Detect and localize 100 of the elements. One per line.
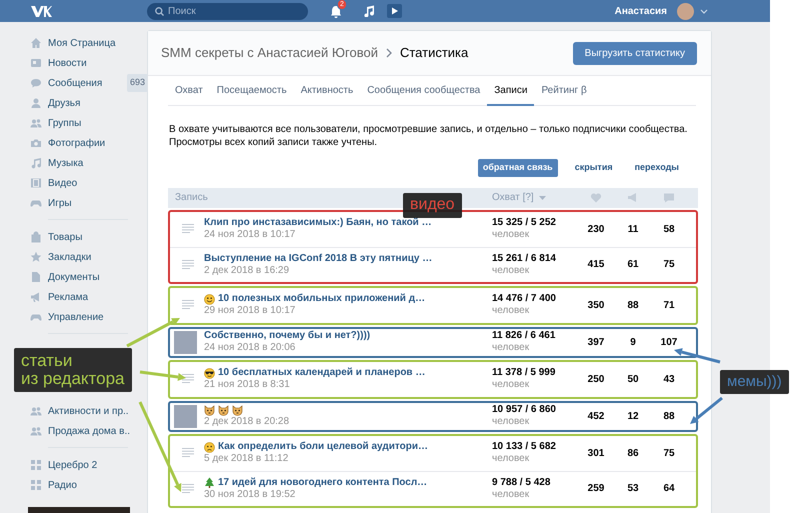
sidebar-item[interactable]: Моя Страница [48,36,140,50]
post-title-link[interactable]: 17 идей для новогоднего контента Посл… [218,476,428,488]
sidebar-item[interactable]: Сообщения [48,76,121,90]
export-button[interactable]: Выгрузить статистику [572,42,697,64]
annotation-label: видео [403,193,462,218]
reach-value: 10 957 / 6 860 [492,404,557,416]
post-date: 21 ноя 2018 в 8:31 [204,379,291,391]
reposts-count: 88 [626,298,640,312]
camera-icon [30,137,42,149]
cat-face-icon [218,404,229,416]
smiley-icon [204,294,215,304]
reposts-count: 11 [626,222,640,236]
reach-value: 11 826 / 6 461 [492,330,556,342]
sidebar-item[interactable]: Друзья [48,96,140,110]
description-text: Просмотры всех копий записи также учтены. [169,136,378,149]
tab[interactable]: Посещаемость [210,76,294,106]
megaphone-icon[interactable] [627,192,639,203]
text-post-icon [182,484,194,493]
reposts-count: 61 [626,258,640,272]
reposts-count: 50 [626,372,640,386]
post-title-link[interactable]: Как определить боли целевой аудитори… [218,441,428,453]
reach-unit: человек [492,453,530,465]
sidebar-item[interactable]: Группы [48,116,140,130]
speech-bubble-icon [30,77,42,89]
heart-icon[interactable] [590,192,602,203]
reach-value: 10 133 / 5 682 [492,441,557,453]
page-title: Статистика [400,44,468,62]
tab[interactable]: Сообщения сообщества [360,76,488,106]
annotation-label: мемы))) [720,370,789,394]
reach-unit: человек [492,305,530,317]
tab[interactable]: Охват [168,76,210,106]
reach-value: 15 261 / 6 814 [492,252,557,264]
photo-placeholder[interactable] [174,330,197,354]
sidebar-item[interactable]: Документы [48,270,140,284]
comments-count: 43 [662,372,676,386]
sidebar-item[interactable]: Реклама [48,290,140,304]
sidebar-item[interactable]: Церебро 2 [48,458,140,472]
cat-face-icon [204,404,215,416]
text-post-icon [182,224,194,234]
film-icon [30,177,42,189]
reach-unit: человек [492,416,530,428]
logo-icon[interactable] [30,4,52,18]
filter-tab[interactable]: скрытия [570,159,618,176]
sidebar-item[interactable]: Новости [48,56,140,70]
document-icon [30,271,42,283]
comments-count: 64 [662,482,676,496]
reach-value: 15 325 / 5 252 [492,217,557,229]
chevron-icon [386,48,392,58]
reposts-count: 53 [626,482,640,496]
post-date: 30 ноя 2018 в 19:52 [204,488,296,500]
annotation-label: статьи из редактора [14,348,132,392]
sidebar-item[interactable]: Видео [48,176,140,190]
sidebar-item[interactable]: Продажа дома в.. [48,424,140,438]
message-counter: 693 [126,74,148,92]
photo-placeholder[interactable] [174,404,197,428]
sidebar-item[interactable]: Закладки [48,250,140,264]
post-title-link[interactable]: Собственно, почему бы и нет?)))) [204,330,370,342]
bag-icon [30,231,42,243]
sidebar-item[interactable]: Игры [48,196,140,210]
grid-icon [30,459,42,471]
arrow [690,396,723,424]
filter-tab[interactable]: переходы [630,159,684,176]
likes-count: 230 [586,222,606,236]
cat-face-icon [232,404,243,416]
likes-count: 250 [586,372,606,386]
tab[interactable]: Рейтинг β [534,76,594,106]
user-name[interactable]: Анастасия [614,4,667,18]
sort-caret-icon[interactable] [538,196,546,200]
post-title-link[interactable]: Клип про инстазависимых:) Баян, но такой … [204,217,432,229]
tab[interactable]: Записи [487,76,534,106]
comment-icon[interactable] [663,192,675,203]
post-title-link[interactable]: 10 бесплатных календарей и планеров … [218,367,426,379]
post-title-link[interactable]: 10 полезных мобильных приложений д… [218,293,426,305]
video-icon[interactable] [387,4,402,18]
sidebar-item[interactable]: Активности и пр.. [48,404,140,418]
likes-count: 452 [586,410,606,424]
caret-icon[interactable] [700,8,708,14]
reach-unit: человек [492,342,530,354]
post-date: 24 ноя 2018 в 10:17 [204,229,296,241]
sidebar-item[interactable]: Фотографии [48,136,140,150]
bell-icon[interactable] [330,4,342,18]
arrow [674,348,720,364]
sidebar-item[interactable]: Музыка [48,156,140,170]
sidebar-item[interactable]: Управление [48,310,140,324]
reposts-count: 86 [626,446,640,460]
search-icon [155,6,164,16]
sidebar-item[interactable]: Радио [48,478,140,492]
music-icon[interactable] [363,5,375,17]
reach-value: 14 476 / 7 400 [492,293,557,305]
post-date: 5 дек 2018 в 11:12 [204,453,290,465]
person-icon [30,97,42,109]
filter-tab[interactable]: обратная связь [478,159,558,176]
post-title-link[interactable]: Выступление на IGConf 2018 В эту пятницу … [204,252,432,264]
comments-count: 75 [662,258,676,272]
community-link[interactable]: SMM секреты с Анастасией Юговой [161,43,378,63]
search-field[interactable]: Поиск [147,2,308,20]
likes-count: 415 [586,258,606,272]
avatar[interactable] [677,2,694,20]
sidebar-item[interactable]: Товары [48,230,140,244]
tab[interactable]: Активность [294,76,360,106]
